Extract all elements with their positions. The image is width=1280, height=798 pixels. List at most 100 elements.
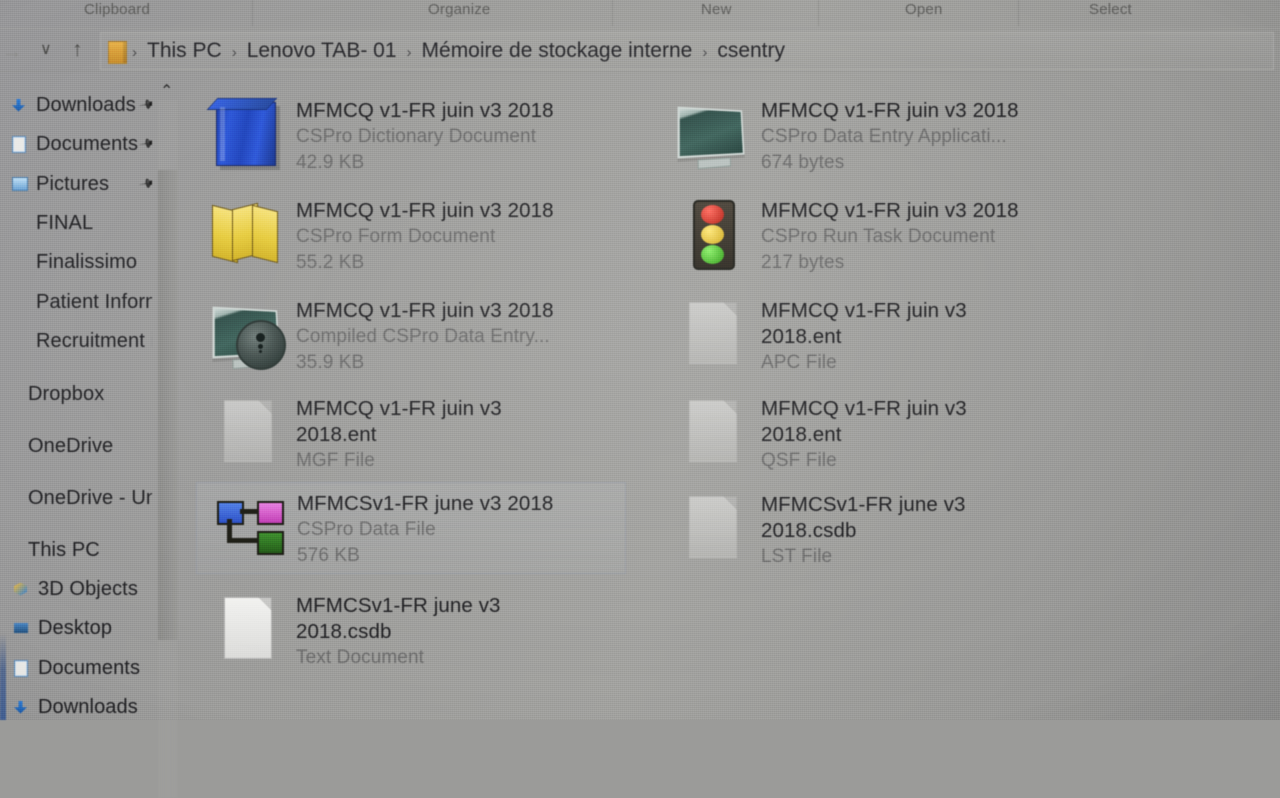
file-tile-text: MFMCQ v1-FR juin v3 2018 Compiled CSPro D… [296, 294, 554, 376]
desktop-icon [14, 620, 31, 637]
file-tile-text: MFMCQ v1-FR juin v3 2018 CSPro Data Entry… [761, 94, 1019, 176]
file-tile[interactable]: MFMCSv1-FR june v3 2018 CSPro Data File 57… [196, 482, 626, 574]
file-tile[interactable]: MFMCQ v1-FR juin v3 2018.ent APC File [675, 294, 1075, 376]
file-type: MGF File [296, 450, 375, 471]
file-name: MFMCQ v1-FR juin v3 2018.ent [296, 397, 502, 446]
ribbon-group-new: New [701, 1, 732, 18]
file-size: 42.9 KB [296, 152, 365, 173]
file-tile[interactable]: MFMCSv1-FR june v3 2018.csdb LST File [675, 488, 1075, 570]
file-type: Compiled CSPro Data Entry... [296, 326, 550, 347]
file-tile-text: MFMCQ v1-FR juin v3 2018 CSPro Dictionary… [296, 94, 554, 176]
onedrive-icon [4, 438, 21, 455]
file-type: Text Document [296, 647, 425, 668]
sidebar-item-patient-informati[interactable]: Patient Informati [0, 287, 152, 317]
sidebar-item-documents[interactable]: Documents [0, 653, 152, 683]
sidebar-item-onedrive[interactable]: OneDrive [0, 431, 152, 461]
file-size: 217 bytes [761, 252, 845, 273]
breadcrumb-separator-0: › [132, 43, 137, 61]
sidebar-item-downloads[interactable]: Downloads [0, 692, 152, 720]
ribbon-group-labels: Clipboard Organize New Open Select [0, 0, 1280, 26]
file-tile[interactable]: MFMCQ v1-FR juin v3 2018 CSPro Run Task D… [675, 194, 1075, 276]
file-tile[interactable]: MFMCQ v1-FR juin v3 2018 CSPro Data Entry… [675, 94, 1075, 176]
breadcrumb[interactable]: › This PC › Lenovo TAB- 01 › Mémoire de … [108, 38, 792, 64]
sidebar-item-pictures[interactable]: Pictures 📌 [0, 169, 152, 199]
breadcrumb-separator-3: › [702, 43, 708, 61]
file-name: MFMCSv1-FR june v3 2018.csdb [761, 493, 966, 542]
ribbon-group-organize: Organize [428, 1, 491, 18]
folder-icon [108, 40, 127, 64]
file-tile[interactable]: MFMCQ v1-FR juin v3 2018 Compiled CSPro D… [210, 294, 610, 376]
breadcrumb-item-memoire[interactable]: Mémoire de stockage interne [415, 39, 700, 63]
file-name: MFMCQ v1-FR juin v3 2018 [296, 199, 554, 222]
file-type: CSPro Form Document [296, 226, 496, 247]
sidebar-item-label: This PC [28, 538, 100, 561]
sidebar-item-label: Downloads [36, 93, 136, 116]
documents-icon [14, 659, 31, 677]
sidebar-item-this-pc[interactable]: This PC [0, 535, 152, 565]
sidebar-item-finalissimo[interactable]: Finalissimo [0, 247, 152, 277]
up-arrow-icon[interactable]: ↑ [72, 39, 83, 60]
file-size: 576 KB [297, 545, 360, 566]
sidebar-item-onedrive-univer[interactable]: OneDrive - Univer [0, 483, 152, 513]
file-size: 55.2 KB [296, 252, 365, 273]
sidebar-item-label: Desktop [38, 616, 113, 639]
file-type: CSPro Run Task Document [761, 226, 996, 247]
chevron-down-icon[interactable]: ∨ [40, 42, 52, 58]
breadcrumb-separator-1: › [231, 43, 237, 61]
file-name: MFMCQ v1-FR juin v3 2018 [296, 99, 554, 122]
sidebar-item-documents[interactable]: Documents 📌 [0, 129, 152, 159]
sidebar-item-dropbox[interactable]: Dropbox [0, 379, 152, 409]
sidebar-item-downloads[interactable]: Downloads 📌 [0, 90, 152, 120]
ribbon-group-select: Select [1089, 1, 1132, 18]
file-name: MFMCSv1-FR june v3 2018.csdb [296, 594, 501, 643]
cspro-data-file-icon [211, 487, 289, 565]
blank-file-icon [675, 294, 753, 372]
sidebar-item-label: FINAL [36, 211, 94, 234]
breadcrumb-item-this-pc[interactable]: This PC [140, 39, 229, 63]
chevron-up-icon[interactable]: ⌃ [160, 84, 173, 100]
compiled-data-entry-icon [210, 294, 288, 372]
cspro-data-entry-app-icon [675, 94, 753, 172]
navigation-pane[interactable]: Downloads 📌 Documents 📌 Pictures 📌 FINAL Finali… [0, 74, 152, 720]
breadcrumb-item-lenovo-tab[interactable]: Lenovo TAB- 01 [240, 39, 404, 63]
file-tile-text: MFMCSv1-FR june v3 2018.csdb LST File [761, 488, 1031, 570]
file-tile[interactable]: MFMCSv1-FR june v3 2018.csdb Text Documen… [210, 589, 610, 671]
sidebar-item-label: Pictures [36, 172, 110, 195]
scrollbar-thumb[interactable] [158, 170, 178, 640]
this-pc-icon [4, 542, 21, 559]
sidebar-item-label: Dropbox [28, 382, 105, 405]
file-type: CSPro Data File [297, 519, 436, 540]
file-tile[interactable]: MFMCQ v1-FR juin v3 2018 CSPro Form Docum… [210, 194, 610, 276]
cspro-form-icon [210, 194, 288, 272]
sidebar-item-label: Documents [36, 132, 139, 155]
sidebar-item-label: Patient Informati [36, 290, 152, 313]
navigation-pane-scrollbar[interactable]: ⌃ [158, 78, 178, 798]
blank-file-icon [675, 392, 753, 470]
sidebar-item-3d-objects[interactable]: 3D Objects [0, 574, 152, 604]
breadcrumb-item-csentry[interactable]: csentry [710, 39, 792, 63]
dropbox-icon [4, 386, 21, 403]
folder-icon [12, 333, 29, 350]
file-tile-text: MFMCQ v1-FR juin v3 2018 CSPro Form Docum… [296, 194, 554, 276]
file-tile-text: MFMCSv1-FR june v3 2018 CSPro Data File 57… [297, 487, 553, 569]
text-document-icon [210, 589, 288, 667]
sidebar-item-desktop[interactable]: Desktop [0, 613, 152, 643]
blank-file-icon [675, 488, 753, 566]
pin-icon[interactable]: 📌 [138, 132, 152, 154]
file-list[interactable]: MFMCQ v1-FR juin v3 2018 CSPro Dictionary… [180, 74, 1280, 720]
file-name: MFMCSv1-FR june v3 2018 [297, 492, 554, 515]
file-name: MFMCQ v1-FR juin v3 2018.ent [761, 299, 967, 348]
sidebar-item-recruitment-inte[interactable]: Recruitment inte [0, 326, 152, 356]
file-size: 35.9 KB [296, 352, 365, 373]
pin-icon[interactable]: 📌 [138, 93, 152, 115]
file-type: CSPro Dictionary Document [296, 126, 537, 147]
file-name: MFMCQ v1-FR juin v3 2018 [761, 199, 1019, 222]
file-tile[interactable]: MFMCQ v1-FR juin v3 2018 CSPro Dictionary… [210, 94, 610, 176]
folder-icon [12, 254, 29, 271]
file-tile[interactable]: MFMCQ v1-FR juin v3 2018.ent MGF File [210, 392, 610, 474]
file-name: MFMCQ v1-FR juin v3 2018.ent [761, 397, 967, 446]
sidebar-item-final[interactable]: FINAL [0, 208, 152, 238]
file-tile[interactable]: MFMCQ v1-FR juin v3 2018.ent QSF File [675, 392, 1075, 474]
pin-icon[interactable]: 📌 [138, 172, 152, 194]
documents-icon [12, 135, 29, 153]
